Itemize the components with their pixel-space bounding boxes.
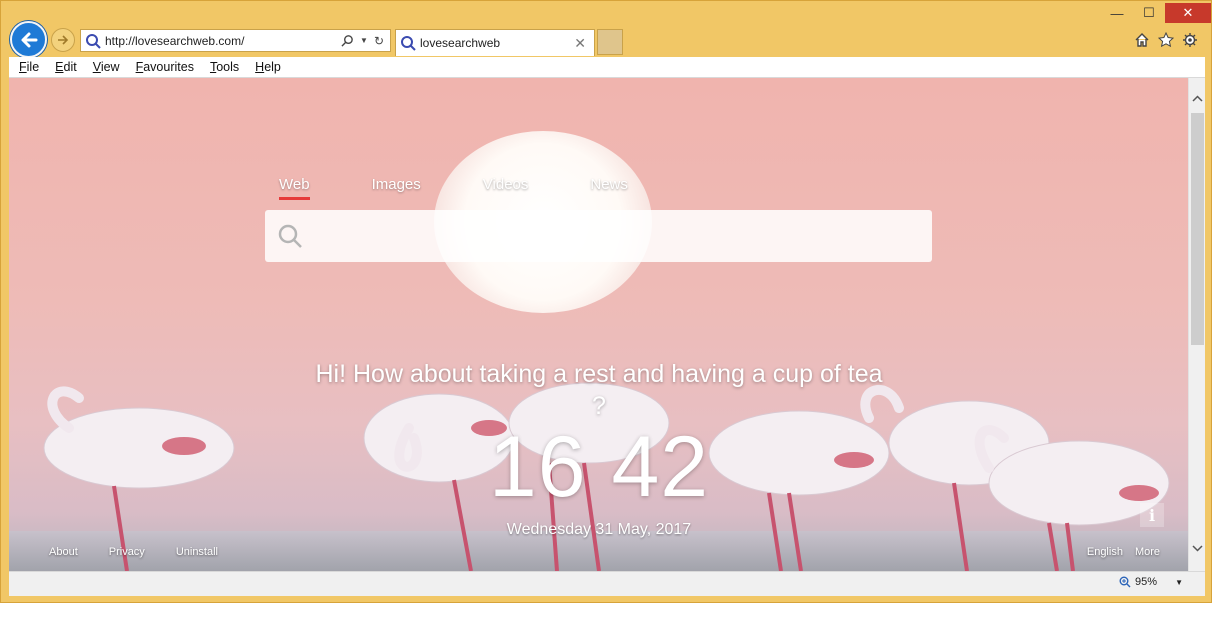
menu-edit[interactable]: Edit xyxy=(55,60,77,74)
footer-language-link[interactable]: English xyxy=(1087,546,1123,558)
info-button[interactable]: i xyxy=(1140,503,1164,527)
menu-view[interactable]: View xyxy=(93,60,120,74)
menu-file[interactable]: File xyxy=(19,60,39,74)
clock-date: Wednesday 31 May, 2017 xyxy=(506,521,692,538)
menu-help[interactable]: Help xyxy=(255,60,281,74)
tab-site-icon xyxy=(401,36,416,51)
window-controls: — ☐ ✕ xyxy=(1101,3,1211,23)
footer-more-link[interactable]: More xyxy=(1135,546,1160,558)
footer-privacy-link[interactable]: Privacy xyxy=(109,546,145,558)
toolbar-icons xyxy=(1133,31,1199,49)
tab-news[interactable]: News xyxy=(590,176,628,200)
footer-uninstall-link[interactable]: Uninstall xyxy=(176,546,218,558)
forward-button[interactable] xyxy=(51,28,75,52)
scroll-up-arrow-icon[interactable] xyxy=(1189,90,1206,107)
maximize-button[interactable]: ☐ xyxy=(1133,3,1165,23)
menu-bar: File Edit View Favourites Tools Help xyxy=(9,57,1205,78)
menu-tools[interactable]: Tools xyxy=(210,60,239,74)
clock-time: 16 42 xyxy=(488,419,710,515)
scrollbar-thumb[interactable] xyxy=(1191,113,1204,345)
dropdown-arrow-icon[interactable]: ▼ xyxy=(360,36,368,45)
footer-links-right: English More xyxy=(1087,546,1160,558)
close-button[interactable]: ✕ xyxy=(1165,3,1211,23)
scroll-down-arrow-icon[interactable] xyxy=(1189,540,1206,557)
search-icon xyxy=(278,224,302,248)
address-url[interactable]: http://lovesearchweb.com/ xyxy=(105,34,341,48)
tab-lovesearchweb[interactable]: lovesearchweb ✕ xyxy=(395,29,595,56)
search-box xyxy=(265,210,932,262)
back-button[interactable] xyxy=(10,21,47,58)
arrow-left-icon xyxy=(21,32,37,47)
tab-web[interactable]: Web xyxy=(279,176,310,200)
zoom-dropdown-icon[interactable]: ▼ xyxy=(1175,578,1183,587)
footer-about-link[interactable]: About xyxy=(49,546,78,558)
menu-favourites[interactable]: Favourites xyxy=(136,60,194,74)
title-bar: http://lovesearchweb.com/ ▼ ↻ lovesearch… xyxy=(1,1,1211,58)
minimize-button[interactable]: — xyxy=(1101,3,1133,23)
search-type-tabs: Web Images Videos News xyxy=(279,176,628,200)
status-bar: 95% ▼ xyxy=(9,571,1205,596)
search-input[interactable] xyxy=(265,210,932,262)
site-search-icon xyxy=(86,33,101,49)
page-viewport: Web Images Videos News Hi! How about tak… xyxy=(9,78,1188,571)
browser-window: http://lovesearchweb.com/ ▼ ↻ lovesearch… xyxy=(0,0,1212,603)
new-tab-button[interactable] xyxy=(597,29,623,55)
footer-links-left: About Privacy Uninstall xyxy=(49,546,249,558)
tab-close-icon[interactable]: ✕ xyxy=(574,35,586,52)
arrow-right-icon xyxy=(58,35,69,45)
tab-images[interactable]: Images xyxy=(372,176,421,200)
tab-title: lovesearchweb xyxy=(420,36,501,50)
zoom-control[interactable]: 95% ▼ xyxy=(1119,576,1183,588)
tab-videos[interactable]: Videos xyxy=(483,176,529,200)
refresh-icon[interactable]: ↻ xyxy=(374,34,384,48)
home-icon[interactable] xyxy=(1133,31,1151,49)
zoom-icon xyxy=(1119,576,1131,588)
greeting-text: Hi! How about taking a rest and having a… xyxy=(315,360,883,420)
vertical-scrollbar[interactable] xyxy=(1188,78,1205,571)
address-bar[interactable]: http://lovesearchweb.com/ ▼ ↻ xyxy=(80,29,391,52)
zoom-level: 95% xyxy=(1135,576,1158,588)
search-icon[interactable] xyxy=(341,34,354,47)
gear-icon[interactable] xyxy=(1181,31,1199,49)
favorites-star-icon[interactable] xyxy=(1157,31,1175,49)
